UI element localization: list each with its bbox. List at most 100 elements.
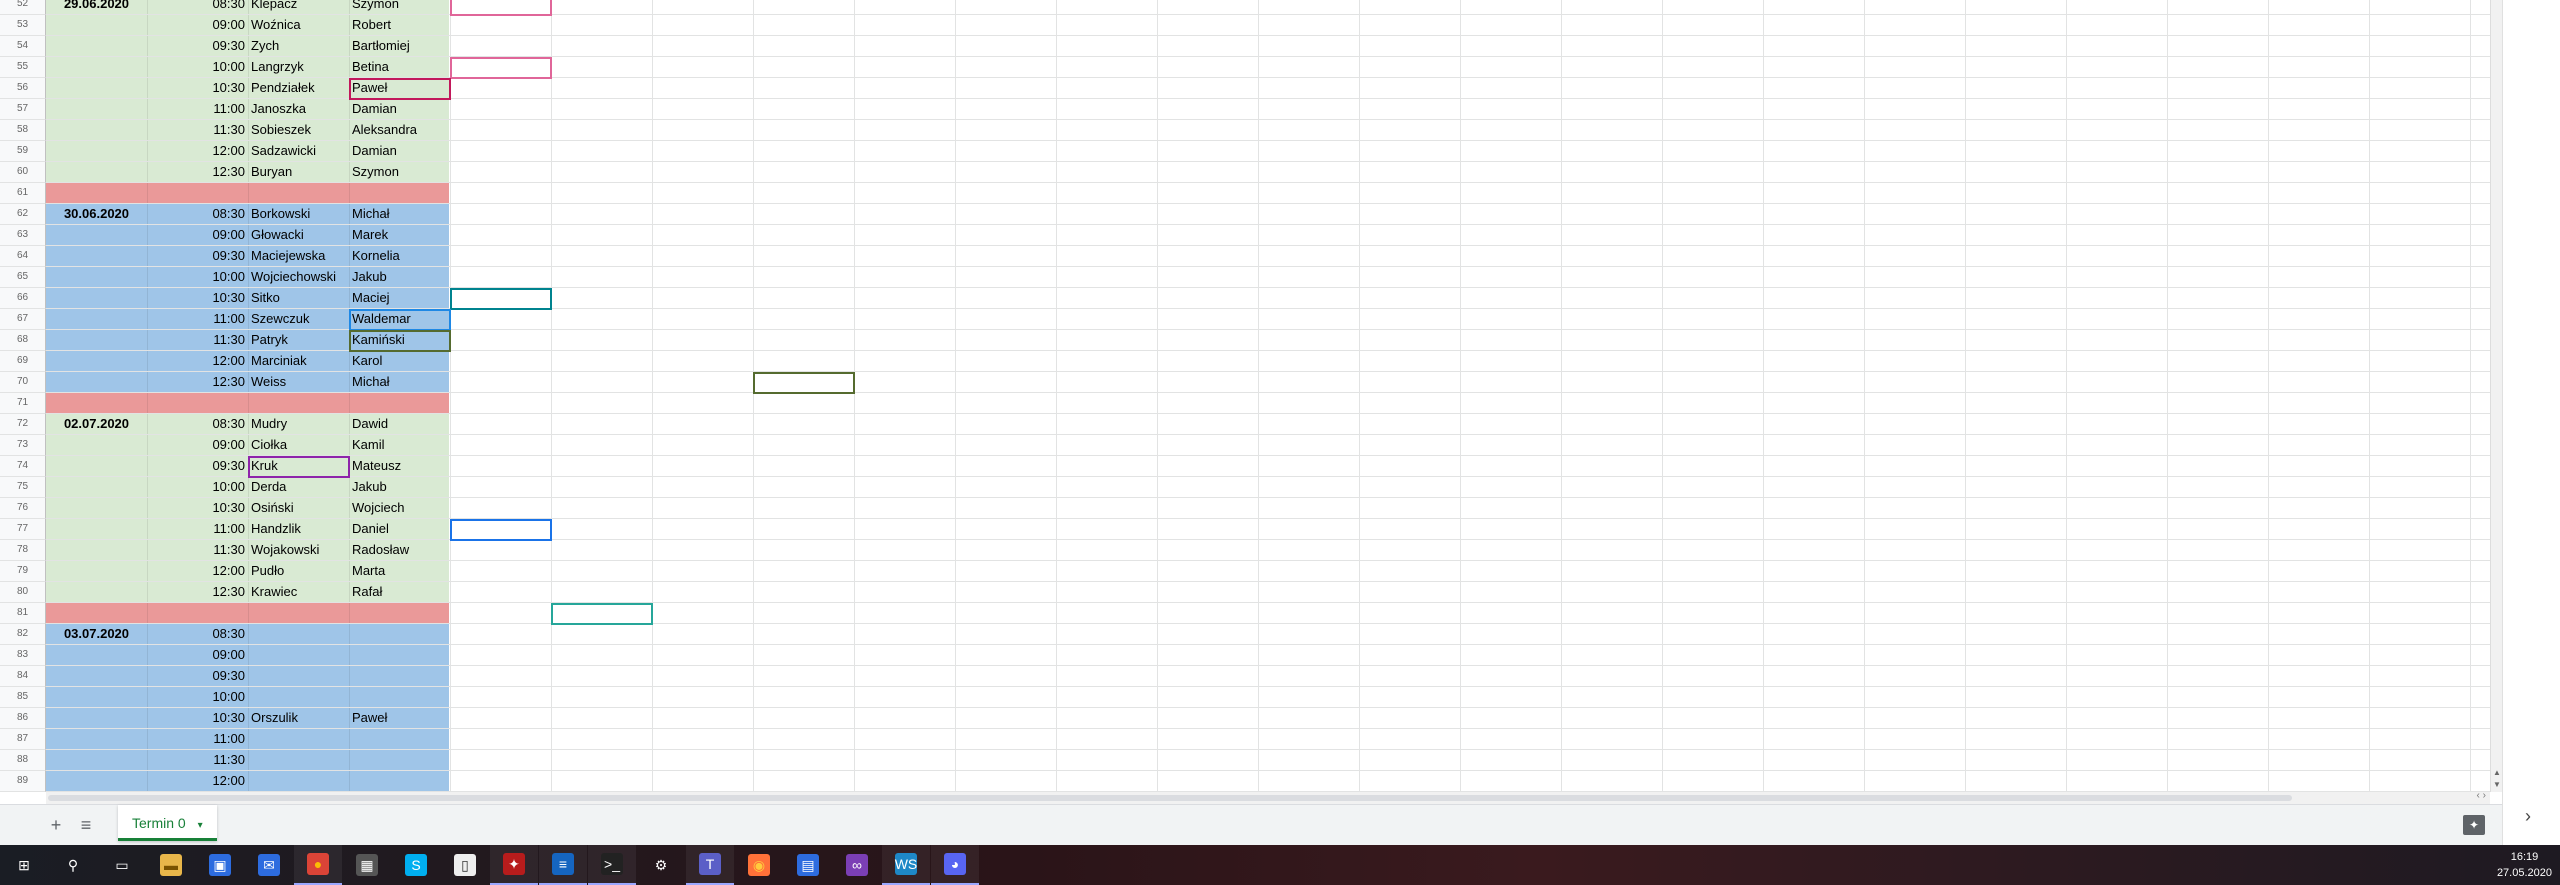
taskbar-pdf-reader-button[interactable]: ✦ <box>490 845 538 885</box>
date-cell[interactable] <box>46 183 147 204</box>
last-name-cell[interactable]: Marciniak <box>248 351 349 372</box>
last-name-cell[interactable]: Weiss <box>248 372 349 393</box>
time-cell[interactable] <box>147 393 248 414</box>
date-cell[interactable] <box>46 330 147 351</box>
last-name-cell[interactable] <box>248 729 349 750</box>
date-cell[interactable] <box>46 666 147 687</box>
taskbar-editor-button[interactable]: ≡ <box>539 845 587 885</box>
row-header[interactable]: 60 <box>0 162 46 183</box>
date-cell[interactable] <box>46 15 147 36</box>
time-cell[interactable]: 12:00 <box>147 771 248 792</box>
row-header[interactable]: 74 <box>0 456 46 477</box>
last-name-cell[interactable]: Sobieszek <box>248 120 349 141</box>
date-cell[interactable] <box>46 540 147 561</box>
first-name-cell[interactable]: Kornelia <box>349 246 450 267</box>
last-name-cell[interactable]: Janoszka <box>248 99 349 120</box>
first-name-cell[interactable]: Michał <box>349 372 450 393</box>
taskbar-discord-button[interactable]: ◕ <box>931 845 979 885</box>
time-cell[interactable]: 12:00 <box>147 141 248 162</box>
last-name-cell[interactable]: Orszulik <box>248 708 349 729</box>
time-cell[interactable]: 09:30 <box>147 456 248 477</box>
time-cell[interactable]: 12:00 <box>147 351 248 372</box>
date-cell[interactable] <box>46 225 147 246</box>
date-cell[interactable] <box>46 78 147 99</box>
first-name-cell[interactable]: Betina <box>349 57 450 78</box>
row-header[interactable]: 66 <box>0 288 46 309</box>
first-name-cell[interactable]: Marek <box>349 225 450 246</box>
taskbar-terminal-button[interactable]: >_ <box>588 845 636 885</box>
chevron-down-icon[interactable]: ▾ <box>198 820 203 831</box>
first-name-cell[interactable]: Bartłomiej <box>349 36 450 57</box>
collapse-panel-icon[interactable]: › <box>2525 806 2531 827</box>
first-name-cell[interactable] <box>349 645 450 666</box>
taskbar-settings-button[interactable]: ⚙ <box>637 845 685 885</box>
time-cell[interactable]: 10:00 <box>147 267 248 288</box>
time-cell[interactable]: 11:30 <box>147 540 248 561</box>
taskbar-skype-button[interactable]: S <box>392 845 440 885</box>
taskbar-store-button[interactable]: ▣ <box>196 845 244 885</box>
row-header[interactable]: 52 <box>0 0 46 15</box>
row-header[interactable]: 72 <box>0 414 46 435</box>
last-name-cell[interactable] <box>248 666 349 687</box>
row-header[interactable]: 59 <box>0 141 46 162</box>
first-name-cell[interactable] <box>349 750 450 771</box>
scroll-up-arrow-icon[interactable]: ▲ <box>2493 768 2501 777</box>
row-header[interactable]: 62 <box>0 204 46 225</box>
first-name-cell[interactable]: Daniel <box>349 519 450 540</box>
row-header[interactable]: 68 <box>0 330 46 351</box>
date-cell[interactable]: 29.06.2020 <box>46 0 147 15</box>
last-name-cell[interactable]: Wojciechowski <box>248 267 349 288</box>
first-name-cell[interactable] <box>349 666 450 687</box>
last-name-cell[interactable] <box>248 624 349 645</box>
row-header[interactable]: 61 <box>0 183 46 204</box>
first-name-cell[interactable]: Jakub <box>349 267 450 288</box>
row-header[interactable]: 54 <box>0 36 46 57</box>
date-cell[interactable] <box>46 498 147 519</box>
horizontal-scroll-thumb[interactable] <box>48 795 2292 801</box>
time-cell[interactable]: 12:00 <box>147 561 248 582</box>
time-cell[interactable] <box>147 183 248 204</box>
time-cell[interactable]: 12:30 <box>147 162 248 183</box>
last-name-cell[interactable]: Langrzyk <box>248 57 349 78</box>
taskbar-photos-button[interactable]: ▤ <box>784 845 832 885</box>
time-cell[interactable]: 12:30 <box>147 582 248 603</box>
date-cell[interactable] <box>46 771 147 792</box>
time-cell[interactable]: 11:30 <box>147 120 248 141</box>
row-header[interactable]: 58 <box>0 120 46 141</box>
date-cell[interactable] <box>46 603 147 624</box>
last-name-cell[interactable]: Sadzawicki <box>248 141 349 162</box>
last-name-cell[interactable]: Pudło <box>248 561 349 582</box>
date-cell[interactable] <box>46 456 147 477</box>
time-cell[interactable]: 08:30 <box>147 204 248 225</box>
first-name-cell[interactable]: Karol <box>349 351 450 372</box>
time-cell[interactable]: 09:00 <box>147 645 248 666</box>
last-name-cell[interactable]: Pendziałek <box>248 78 349 99</box>
date-cell[interactable] <box>46 99 147 120</box>
time-cell[interactable]: 10:00 <box>147 687 248 708</box>
time-cell[interactable]: 11:30 <box>147 750 248 771</box>
row-header[interactable]: 83 <box>0 645 46 666</box>
time-cell[interactable]: 10:30 <box>147 288 248 309</box>
first-name-cell[interactable]: Wojciech <box>349 498 450 519</box>
time-cell[interactable]: 09:30 <box>147 36 248 57</box>
row-header[interactable]: 53 <box>0 15 46 36</box>
date-cell[interactable]: 03.07.2020 <box>46 624 147 645</box>
row-header[interactable]: 63 <box>0 225 46 246</box>
row-header[interactable]: 64 <box>0 246 46 267</box>
last-name-cell[interactable]: Zych <box>248 36 349 57</box>
date-cell[interactable] <box>46 729 147 750</box>
last-name-cell[interactable]: Głowacki <box>248 225 349 246</box>
last-name-cell[interactable] <box>248 687 349 708</box>
sheet-tab-termin-0[interactable]: Termin 0 ▾ <box>118 805 217 841</box>
last-name-cell[interactable] <box>248 183 349 204</box>
first-name-cell[interactable]: Radosław <box>349 540 450 561</box>
row-header[interactable]: 88 <box>0 750 46 771</box>
taskbar-file-explorer-button[interactable]: ▬ <box>147 845 195 885</box>
row-header[interactable]: 70 <box>0 372 46 393</box>
time-cell[interactable]: 08:30 <box>147 0 248 15</box>
last-name-cell[interactable]: Buryan <box>248 162 349 183</box>
first-name-cell[interactable]: Aleksandra <box>349 120 450 141</box>
time-cell[interactable]: 10:00 <box>147 57 248 78</box>
time-cell[interactable] <box>147 603 248 624</box>
row-header[interactable]: 89 <box>0 771 46 792</box>
